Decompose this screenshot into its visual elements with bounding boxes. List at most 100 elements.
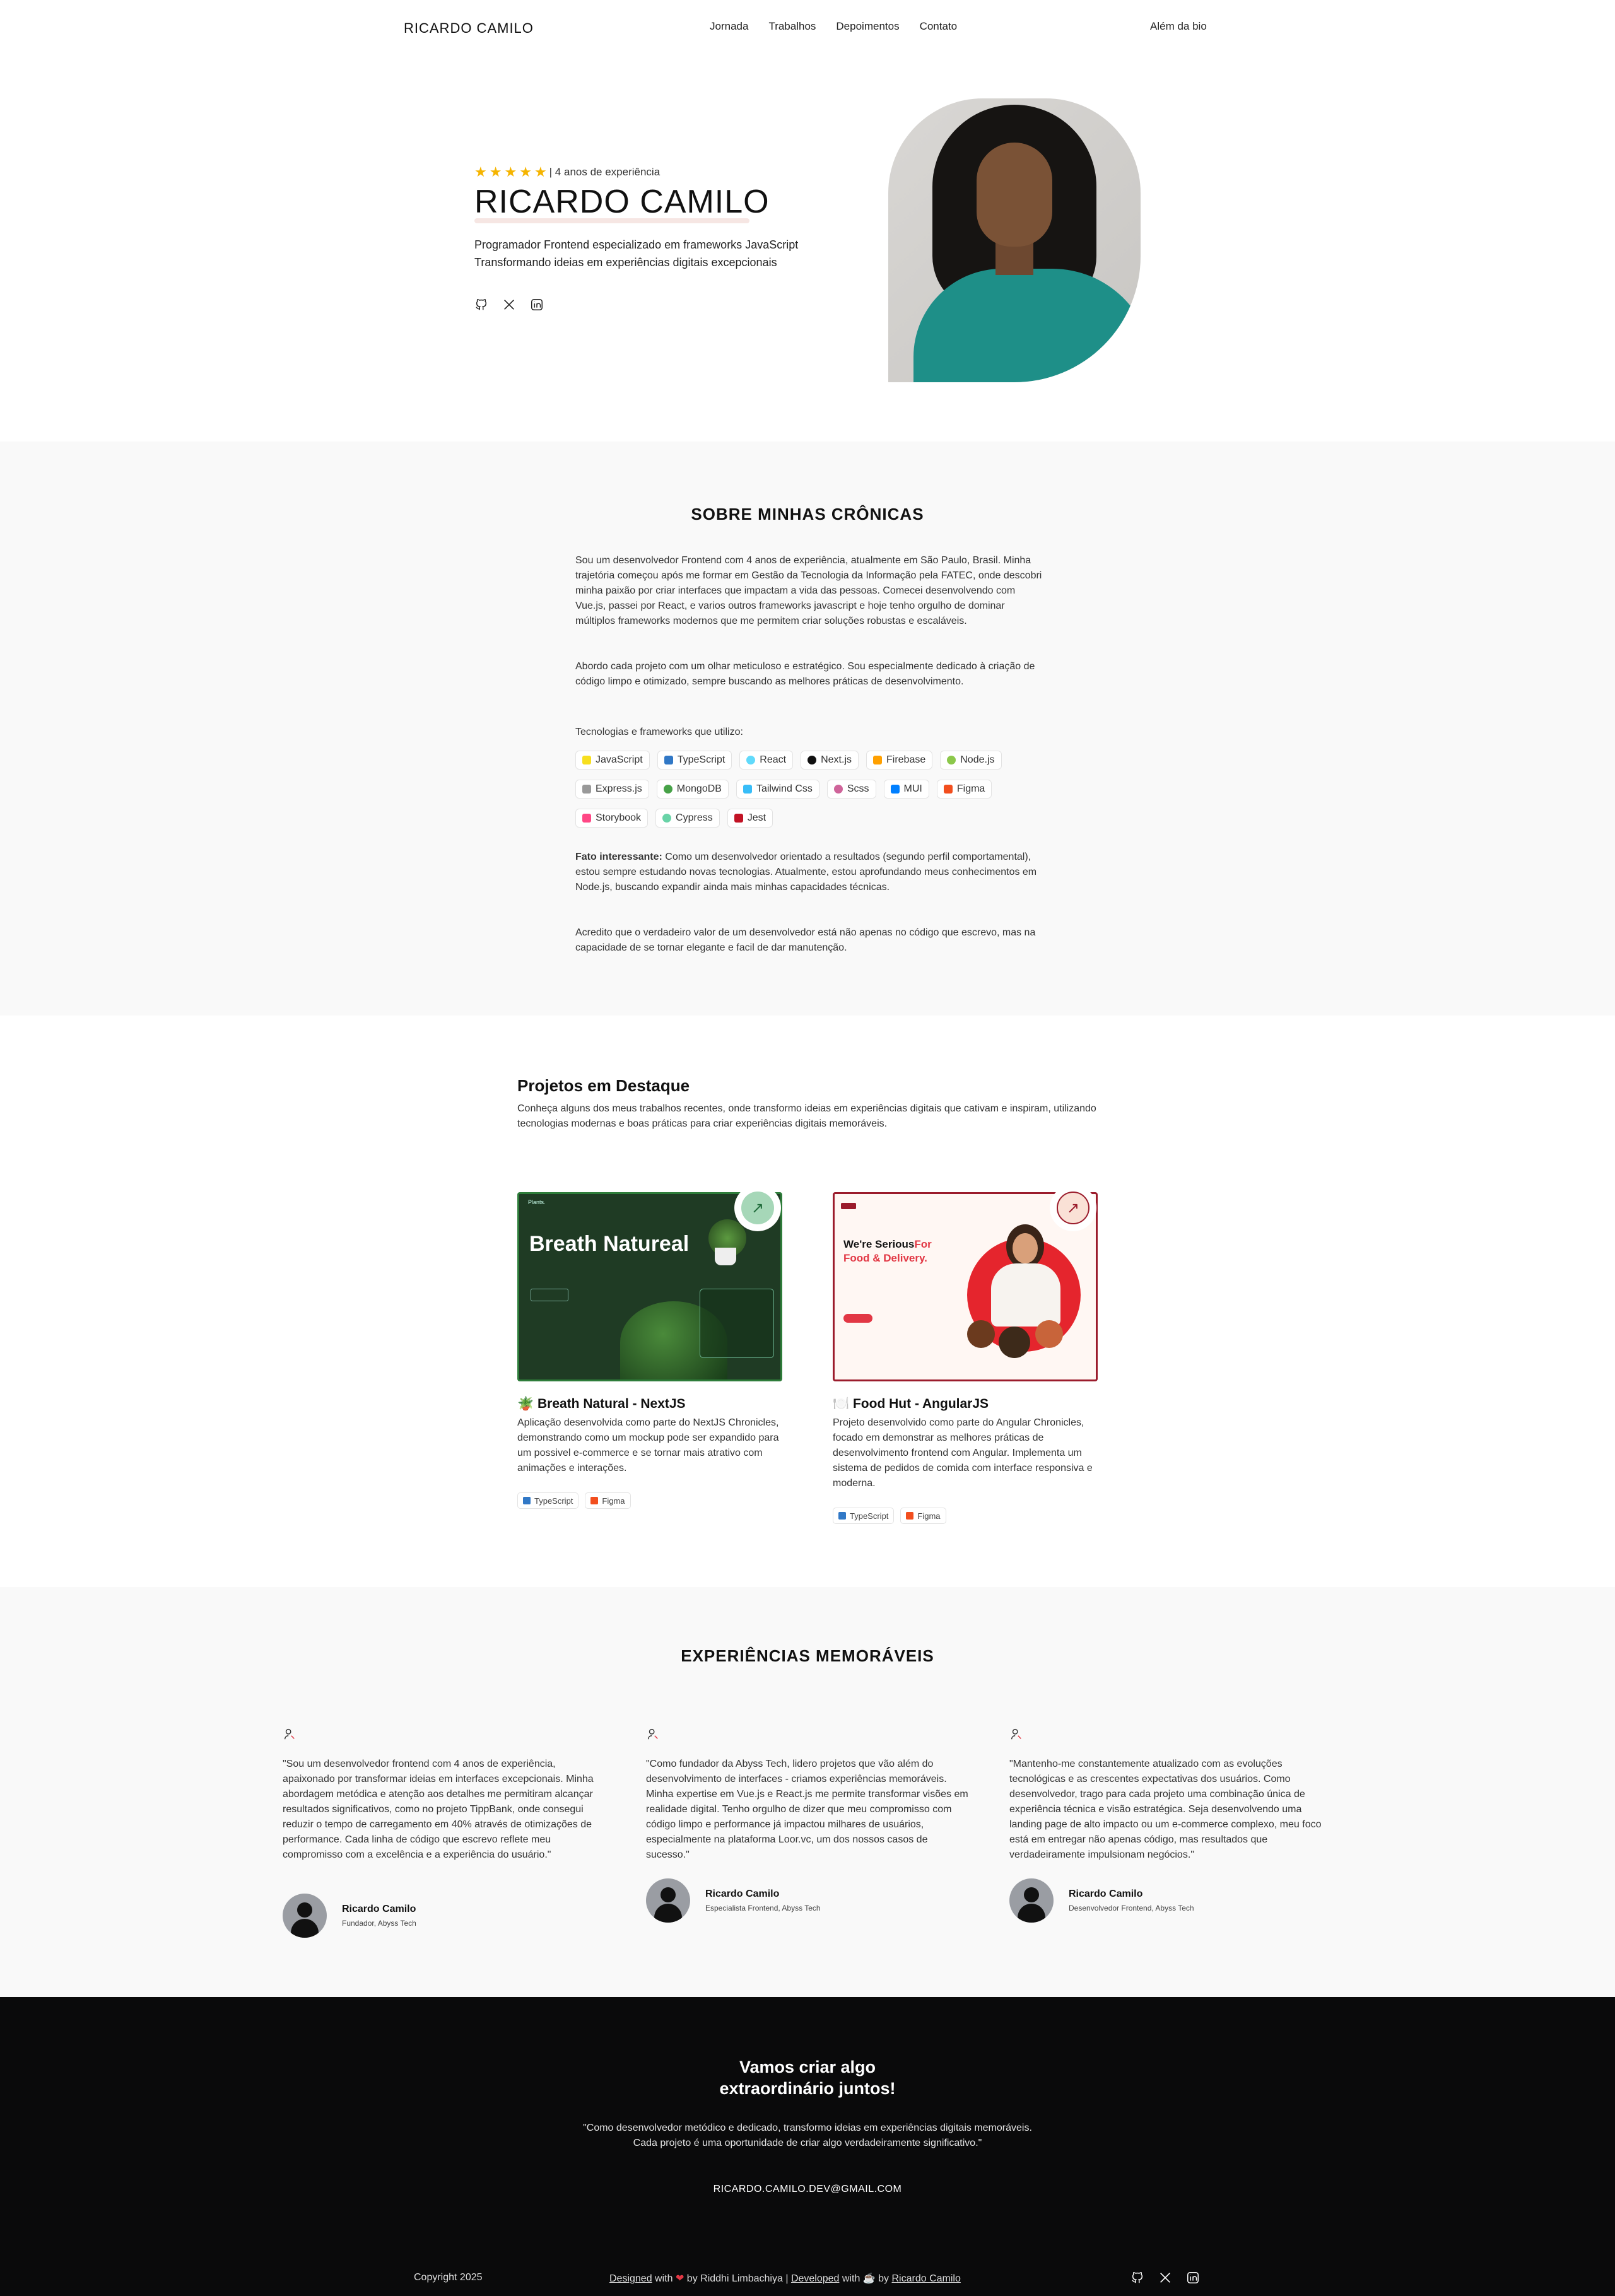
- profile-photo: [888, 98, 1141, 382]
- avatar: [1009, 1878, 1054, 1923]
- project-tag: Figma: [900, 1508, 946, 1524]
- cta-heading: Vamos criar algo extraordinário juntos!: [719, 2058, 896, 2098]
- hero-social-links: [474, 298, 544, 312]
- typescript-icon: [523, 1497, 531, 1504]
- user-quote-icon: [1011, 1728, 1021, 1740]
- nav-link-alem-da-bio[interactable]: Além da bio: [1150, 20, 1207, 33]
- x-icon[interactable]: [1158, 2271, 1172, 2288]
- arrow-up-right-icon: ↗: [741, 1192, 774, 1224]
- project-title[interactable]: 🪴 Breath Natural - NextJS: [517, 1397, 686, 1412]
- heart-icon: ❤: [675, 2273, 684, 2284]
- tech-tag: Node.js: [940, 751, 1002, 770]
- tech-tag: Jest: [727, 809, 773, 828]
- cta-quote: "Como desenvolvedor metódico e dedicado,…: [583, 2123, 1032, 2148]
- project-tag: TypeScript: [833, 1508, 895, 1524]
- project-tag: Figma: [585, 1492, 631, 1509]
- tech-tag: React: [739, 751, 794, 770]
- figma-icon: [943, 785, 953, 794]
- top-navbar: RICARDO CAMILO Jornada Trabalhos Depoime…: [0, 0, 1615, 57]
- project-description: Aplicação desenvolvida como parte do Nex…: [517, 1417, 779, 1473]
- projects-title: Projetos em Destaque: [517, 1076, 690, 1095]
- x-icon[interactable]: [502, 298, 516, 312]
- hero-name: RICARDO CAMILO: [474, 184, 770, 220]
- react-icon: [746, 756, 756, 764]
- projects-subtitle: Conheça alguns dos meus trabalhos recent…: [517, 1103, 1096, 1129]
- contact-email[interactable]: RICARDO.CAMILO.DEV@GMAIL.COM: [0, 2184, 1615, 2195]
- tech-tag: Tailwind Css: [736, 780, 819, 799]
- designed-link[interactable]: Designed: [609, 2273, 652, 2284]
- star-icon: ★: [504, 164, 517, 180]
- github-icon[interactable]: [1130, 2271, 1144, 2288]
- open-project-button[interactable]: ↗: [1050, 1185, 1096, 1231]
- experience-rating: ★ ★ ★ ★ ★ | 4 anos de experiência: [474, 165, 660, 179]
- nodejs-icon: [947, 756, 956, 764]
- user-quote-icon: [284, 1728, 295, 1740]
- developed-link[interactable]: Developed: [791, 2273, 840, 2284]
- project-tags: TypeScript Figma: [517, 1492, 631, 1509]
- nextjs-icon: [808, 756, 817, 764]
- about-title: SOBRE MINHAS CRÔNICAS: [691, 505, 924, 524]
- testimonial-quote: "Como fundador da Abyss Tech, lidero pro…: [646, 1759, 968, 1860]
- linkedin-icon[interactable]: [530, 298, 544, 312]
- tech-tags-row: Storybook Cypress Jest: [575, 809, 773, 828]
- avatar: [646, 1878, 690, 1923]
- experience-text: | 4 anos de experiência: [549, 166, 661, 178]
- brand-logo[interactable]: RICARDO CAMILO: [404, 20, 534, 37]
- tech-tag: Firebase: [866, 751, 933, 770]
- star-icon: ★: [489, 164, 502, 180]
- testimonial-quote: "Mantenho-me constantemente atualizado c…: [1009, 1759, 1322, 1860]
- star-icon: ★: [474, 164, 487, 180]
- typescript-icon: [664, 756, 673, 764]
- cypress-icon: [662, 814, 672, 823]
- preview-brand: Plants.: [528, 1199, 546, 1205]
- testimonial-role: Especialista Frontend, Abyss Tech: [705, 1904, 821, 1912]
- typescript-icon: [838, 1512, 846, 1520]
- mongodb-icon: [663, 785, 672, 794]
- tech-label: Tecnologias e frameworks que utilizo:: [575, 727, 743, 737]
- project-title[interactable]: 🍽️ Food Hut - AngularJS: [833, 1397, 989, 1412]
- figma-icon: [906, 1512, 914, 1520]
- about-paragraph-2: Abordo cada projeto com um olhar meticul…: [575, 661, 1035, 687]
- tech-tag: Scss: [826, 780, 876, 799]
- tailwind-icon: [743, 785, 752, 794]
- tech-tag: MUI: [883, 780, 929, 799]
- nav-link-jornada[interactable]: Jornada: [710, 20, 748, 33]
- preview-headline: Breath Natureal: [529, 1232, 690, 1256]
- github-icon[interactable]: [474, 298, 488, 312]
- nav-link-contato[interactable]: Contato: [920, 20, 958, 33]
- hero-description: Programador Frontend especializado em fr…: [474, 236, 798, 271]
- testimonial-name: Ricardo Camilo: [1069, 1889, 1143, 1899]
- express-icon: [582, 785, 591, 794]
- main-menu: Jornada Trabalhos Depoimentos Contato: [710, 20, 957, 33]
- firebase-icon: [873, 756, 882, 764]
- testimonial-quote: "Sou um desenvolvedor frontend com 4 ano…: [283, 1759, 594, 1860]
- testimonial-role: Fundador, Abyss Tech: [342, 1919, 416, 1928]
- linkedin-icon[interactable]: [1186, 2271, 1200, 2288]
- tech-tag: Storybook: [575, 809, 649, 828]
- tech-tag: Next.js: [801, 751, 859, 770]
- testimonial-role: Desenvolvedor Frontend, Abyss Tech: [1069, 1904, 1194, 1912]
- figma-icon: [590, 1497, 599, 1504]
- testimonial-name: Ricardo Camilo: [705, 1889, 780, 1899]
- mui-icon: [890, 785, 900, 794]
- tech-tag: Express.js: [575, 780, 649, 799]
- preview-headline-1: We're Serious: [843, 1238, 915, 1250]
- tech-tag: Figma: [936, 780, 992, 799]
- hero-line-1: Programador Frontend especializado em fr…: [474, 238, 799, 251]
- about-paragraph-3: Acredito que o verdadeiro valor de um de…: [575, 927, 1036, 953]
- nav-link-depoimentos[interactable]: Depoimentos: [836, 20, 899, 33]
- user-quote-icon: [647, 1728, 658, 1740]
- tech-tag: TypeScript: [657, 751, 732, 770]
- footer-credits: Designed with ❤ by Riddhi Limbachiya | D…: [609, 2273, 961, 2284]
- about-fact: Fato interessante: Como um desenvolvedor…: [575, 852, 1037, 893]
- nav-link-trabalhos[interactable]: Trabalhos: [768, 20, 816, 33]
- storybook-icon: [582, 814, 591, 823]
- tech-tags-row: JavaScript TypeScript React Next.js Fire…: [575, 751, 1002, 770]
- hero-line-2: Transformando ideias em experiências dig…: [474, 256, 777, 269]
- developer-link[interactable]: Ricardo Camilo: [892, 2273, 961, 2284]
- footer-social-links: [1130, 2271, 1200, 2288]
- avatar: [283, 1894, 327, 1938]
- project-tag: TypeScript: [517, 1492, 579, 1509]
- open-project-button[interactable]: ↗: [734, 1185, 781, 1231]
- experiences-title: EXPERIÊNCIAS MEMORÁVEIS: [681, 1646, 934, 1665]
